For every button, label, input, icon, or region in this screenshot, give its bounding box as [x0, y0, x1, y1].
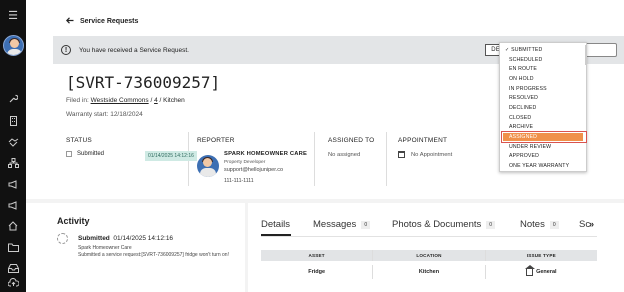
column-header-issue-type: ISSUE TYPE [484, 250, 597, 261]
folder-icon[interactable] [0, 238, 26, 256]
reporter-avatar [197, 155, 219, 177]
activity-actor: Spark Homeowner Care [78, 245, 132, 251]
option-resolved[interactable]: RESOLVED [509, 95, 538, 101]
issue-type-cell: General [484, 264, 597, 279]
back-link[interactable]: Service Requests [65, 17, 139, 26]
menu-icon[interactable]: ☰ [0, 6, 26, 24]
home-icon[interactable] [0, 217, 26, 235]
table-header: ASSET LOCATION ISSUE TYPE [261, 250, 597, 261]
option-en-route[interactable]: EN ROUTE [509, 66, 537, 72]
warranty-line: Warranty start: 12/18/2024 [66, 111, 143, 118]
photos-count: 0 [486, 220, 496, 229]
messages-count: 0 [361, 220, 371, 229]
warranty-date: 12/18/2024 [110, 111, 143, 118]
reporter-role: Property Developer [224, 160, 266, 165]
option-under-review[interactable]: UNDER REVIEW [509, 144, 551, 150]
request-id-title: [SVRT-736009257] [66, 73, 221, 92]
activity-title: Activity [57, 216, 90, 226]
info-icon: ! [61, 45, 71, 55]
arrow-left-icon [65, 17, 74, 26]
status-date-badge: 01/14/2025 14:12:16 [145, 151, 197, 161]
assigned-header: ASSIGNED TO [328, 137, 375, 144]
option-on-hold[interactable]: ON HOLD [509, 76, 534, 82]
option-submitted[interactable]: ✓ SUBMITTED [505, 47, 542, 53]
tab-photos-documents[interactable]: Photos & Documents 0 [392, 219, 496, 230]
building-icon[interactable] [0, 112, 26, 130]
org-chart-icon[interactable] [0, 154, 26, 172]
back-link-label: Service Requests [80, 18, 139, 25]
tab-notes[interactable]: Notes 0 [520, 219, 559, 230]
option-declined[interactable]: DECLINED [509, 105, 536, 111]
divider [386, 132, 387, 186]
option-assigned[interactable]: ASSIGNED [509, 134, 537, 140]
option-approved[interactable]: APPROVED [509, 153, 539, 159]
checkbox-icon [66, 151, 72, 157]
dropdown-scrollbar[interactable] [585, 45, 587, 65]
notes-count: 0 [549, 220, 559, 229]
table-row[interactable]: Fridge Kitchen General [261, 264, 597, 279]
megaphone-icon[interactable] [0, 175, 26, 193]
activity-status-line: Submitted 01/14/2025 14:12:16 [78, 235, 174, 242]
reporter-header: REPORTER [197, 137, 235, 144]
appointment-header: APPOINTMENT [398, 137, 448, 144]
tab-details[interactable]: Details [261, 219, 290, 230]
megaphone-icon[interactable] [0, 196, 26, 214]
community-link[interactable]: Westside Commons [91, 97, 149, 104]
appointment-value: No Appointment [398, 151, 452, 158]
option-archive[interactable]: ARCHIVE [509, 124, 533, 130]
tab-divider [261, 236, 597, 237]
filed-in-line: Filed in: Westside Commons / 4 / Kitchen [66, 97, 185, 104]
submitted-icon [57, 233, 68, 244]
house-icon [525, 264, 536, 276]
column-header-asset: ASSET [308, 253, 325, 258]
reporter-name: SPARK HOMEOWNER CARE [224, 151, 308, 157]
details-panel: Details Messages 0 Photos & Documents 0 No… [248, 203, 624, 292]
option-one-year-warranty[interactable]: ONE YEAR WARRANTY [509, 163, 569, 169]
column-header-location: LOCATION [372, 250, 484, 261]
side-navigation: ☰ [0, 0, 26, 292]
assigned-value: No assigned [328, 152, 361, 158]
divider [314, 132, 315, 186]
tabs-scroll-right-icon[interactable]: » [589, 219, 594, 229]
user-avatar[interactable] [3, 35, 24, 56]
status-value: Submitted [66, 151, 104, 157]
status-header: STATUS [66, 137, 92, 144]
status-dropdown-menu: ✓ SUBMITTED SCHEDULED EN ROUTE ON HOLD I… [499, 42, 587, 172]
location-cell: Kitchen [372, 265, 484, 279]
activity-panel: Activity Submitted 01/14/2025 14:12:16 S… [26, 203, 245, 292]
banner-message: You have received a Service Request. [79, 46, 189, 54]
option-closed[interactable]: CLOSED [509, 115, 531, 121]
room-label: Kitchen [163, 97, 185, 104]
option-in-progress[interactable]: IN PROGRESS [509, 86, 547, 92]
wrench-icon[interactable] [0, 90, 26, 108]
calendar-icon [398, 151, 405, 158]
reporter-phone: 111-111-1111 [224, 178, 254, 184]
option-scheduled[interactable]: SCHEDULED [509, 57, 542, 63]
handshake-icon[interactable] [0, 133, 26, 151]
reporter-email: support@hellojuniper.co [224, 167, 284, 173]
cloud-upload-icon[interactable] [0, 273, 26, 291]
activity-description: Submitted a service request:[SVRT-736009… [78, 252, 229, 258]
asset-cell: Fridge [308, 269, 326, 275]
tab-messages[interactable]: Messages 0 [313, 219, 371, 230]
